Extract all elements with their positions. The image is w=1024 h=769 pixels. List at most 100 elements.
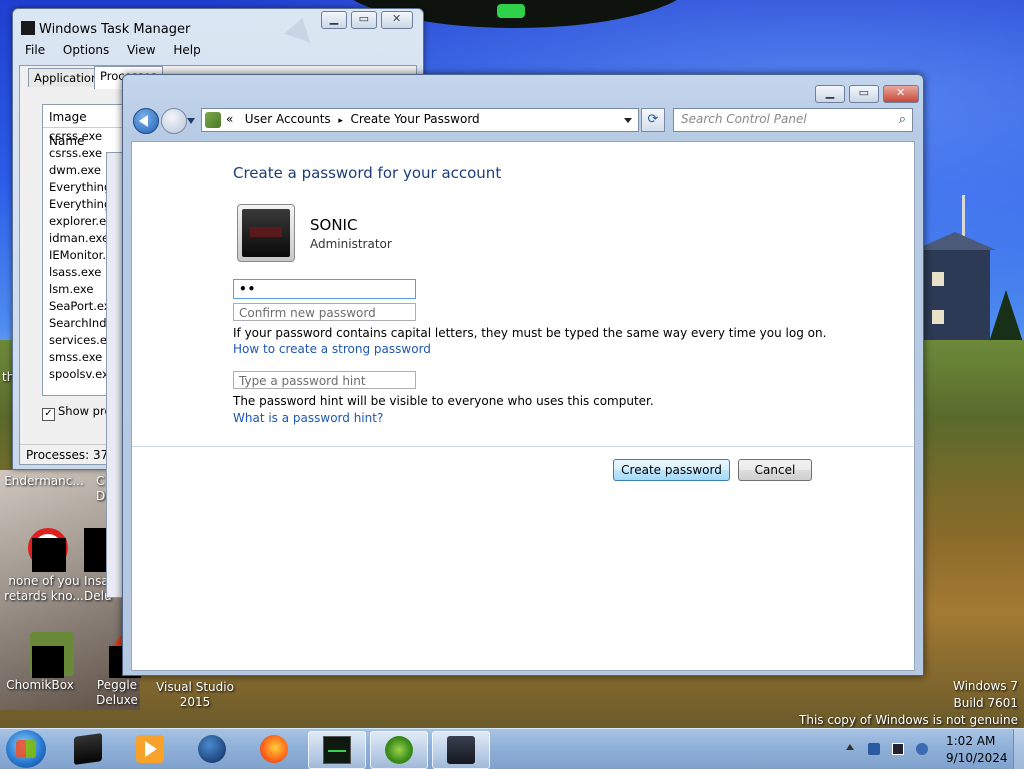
start-button[interactable] xyxy=(6,730,46,768)
user-role: Administrator xyxy=(310,237,392,251)
strong-password-link[interactable]: How to create a strong password xyxy=(233,342,431,356)
taskbar-item-task-manager[interactable] xyxy=(308,731,366,769)
network-icon[interactable] xyxy=(892,743,904,755)
menu-file[interactable]: File xyxy=(25,43,45,57)
cancel-button[interactable]: Cancel xyxy=(738,459,812,481)
green-light xyxy=(497,4,525,18)
firefox-icon xyxy=(260,735,288,763)
house-window xyxy=(932,310,944,324)
task-manager-icon xyxy=(21,21,35,35)
pine-tree xyxy=(988,290,1024,345)
house-roof xyxy=(914,232,996,250)
content-pane: Create a password for your account SONIC… xyxy=(131,141,915,671)
menu-help[interactable]: Help xyxy=(173,43,200,57)
desktop-icon-label: ChomikBox xyxy=(6,678,74,692)
close-button[interactable]: ✕ xyxy=(380,11,413,29)
search-input[interactable]: Search Control Panel ⌕ xyxy=(673,108,913,132)
windows-version-line: Windows 7 xyxy=(952,679,1018,693)
cursor-arrow-icon xyxy=(284,18,318,52)
recent-pages-dropdown-icon[interactable] xyxy=(187,118,195,124)
maximize-button[interactable]: ▭ xyxy=(848,85,879,103)
minimize-button[interactable]: ▁ xyxy=(815,85,845,103)
control-panel-window[interactable]: ▁ ▭ ✕ « User Accounts ▸ Create Your Pass… xyxy=(122,74,924,676)
desktop-icon-endermanch[interactable]: Endermanc... xyxy=(0,474,88,489)
avatar-image xyxy=(242,209,290,257)
new-password-value: •• xyxy=(239,282,257,296)
address-dropdown-icon[interactable] xyxy=(624,118,632,123)
search-icon[interactable]: ⌕ xyxy=(899,112,906,127)
taskbar-item-firefox[interactable] xyxy=(246,731,302,767)
refresh-icon: ⟳ xyxy=(647,112,659,127)
minimize-button[interactable]: ▁ xyxy=(321,11,347,29)
taskbar-item-download-manager[interactable] xyxy=(370,731,428,769)
page-title: Create a password for your account xyxy=(233,164,502,182)
control-panel-icon xyxy=(205,112,221,128)
new-password-field[interactable]: •• xyxy=(233,279,416,299)
menu-options[interactable]: Options xyxy=(63,43,109,57)
user-avatar xyxy=(237,204,295,262)
back-button[interactable] xyxy=(133,108,159,134)
desktop-icon-insaniquarium[interactable]: Insa Delu xyxy=(84,528,112,604)
globe-icon xyxy=(198,735,226,763)
control-panel-taskbar-icon xyxy=(447,736,475,764)
desktop-icon-label: Endermanc... xyxy=(4,474,84,488)
process-row[interactable]: csrss.exe xyxy=(43,128,123,145)
close-button[interactable]: ✕ xyxy=(882,85,919,103)
menu-view[interactable]: View xyxy=(127,43,155,57)
genuine-warning: This copy of Windows is not genuine xyxy=(799,713,1018,727)
task-manager-taskbar-icon xyxy=(323,736,351,764)
forward-button[interactable] xyxy=(161,108,187,134)
password-hint-placeholder: Type a password hint xyxy=(239,374,366,388)
address-bar[interactable]: « User Accounts ▸ Create Your Password xyxy=(201,108,639,132)
password-hint-link[interactable]: What is a password hint? xyxy=(233,411,383,425)
task-manager-menubar: File Options View Help xyxy=(25,43,215,57)
show-desktop-button[interactable] xyxy=(1013,729,1024,769)
password-hint-field[interactable]: Type a password hint xyxy=(233,371,416,389)
desktop-icon-none-of-you[interactable]: none of you retards kno... xyxy=(0,528,88,604)
desktop-icon-partial[interactable]: C D xyxy=(96,474,105,504)
control-panel-caption-buttons: ▁ ▭ ✕ xyxy=(815,83,919,103)
desktop-icon-label: Peggle Deluxe xyxy=(96,678,138,707)
show-hidden-icons-icon[interactable] xyxy=(846,744,854,750)
breadcrumb-overflow[interactable]: « xyxy=(226,112,233,126)
taskbar-item-media-player[interactable] xyxy=(122,731,178,767)
action-center-flag-icon[interactable] xyxy=(868,743,880,755)
task-manager-titlebar[interactable]: Windows Task Manager xyxy=(21,21,190,37)
task-manager-title: Windows Task Manager xyxy=(39,22,191,37)
download-manager-icon xyxy=(385,736,413,764)
taskbar-item-control-panel[interactable] xyxy=(432,731,490,769)
volume-icon[interactable] xyxy=(916,743,928,755)
chomikbox-icon xyxy=(18,632,74,678)
insaniquarium-icon xyxy=(84,528,106,572)
taskbar-item-globe[interactable] xyxy=(184,731,240,767)
clock-time[interactable]: 1:02 AM xyxy=(946,734,995,748)
breadcrumb-create-password[interactable]: Create Your Password xyxy=(350,112,479,126)
breadcrumb-user-accounts[interactable]: User Accounts xyxy=(245,112,331,126)
divider xyxy=(132,446,914,447)
opera-icon xyxy=(22,528,68,572)
task-manager-caption-buttons: ▁ ▭ ✕ xyxy=(321,9,413,29)
media-player-icon xyxy=(136,735,164,763)
taskbar-item-app1[interactable] xyxy=(60,731,116,767)
taskbar: 1:02 AM 9/10/2024 xyxy=(0,728,1024,769)
user-name: SONIC xyxy=(310,216,358,234)
clock-date[interactable]: 9/10/2024 xyxy=(946,751,1008,765)
refresh-button[interactable]: ⟳ xyxy=(641,108,665,132)
desktop-icon-label: Visual Studio 2015 xyxy=(156,680,234,709)
confirm-password-placeholder: Confirm new password xyxy=(239,306,376,320)
desktop-icon-chomikbox[interactable]: ChomikBox xyxy=(0,632,80,693)
desktop-icon-visual-studio[interactable]: Visual Studio 2015 xyxy=(152,680,238,710)
windows-build-line: Build 7601 xyxy=(953,696,1018,710)
breadcrumb: « User Accounts ▸ Create Your Password xyxy=(226,112,480,126)
create-password-button[interactable]: Create password xyxy=(613,459,730,481)
capital-letters-info: If your password contains capital letter… xyxy=(233,326,827,340)
search-placeholder: Search Control Panel xyxy=(681,112,807,126)
partial-label-d: D xyxy=(96,489,106,503)
hint-visibility-info: The password hint will be visible to eve… xyxy=(233,394,654,408)
column-header-image-name[interactable]: Image Name xyxy=(43,105,123,148)
house-window xyxy=(932,272,944,286)
confirm-password-field[interactable]: Confirm new password xyxy=(233,303,416,321)
breadcrumb-separator-icon[interactable]: ▸ xyxy=(338,116,343,126)
maximize-button[interactable]: ▭ xyxy=(350,11,377,29)
system-tray: 1:02 AM 9/10/2024 xyxy=(842,731,1024,767)
